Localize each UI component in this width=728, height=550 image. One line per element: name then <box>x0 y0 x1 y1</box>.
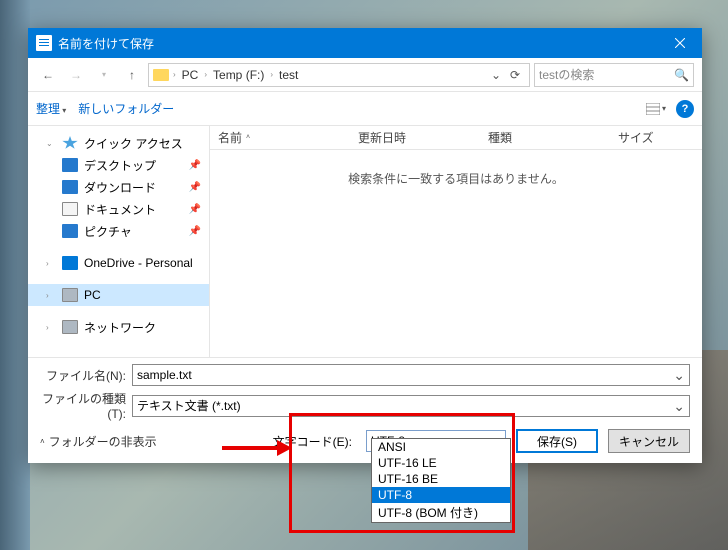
pin-icon: 📌 <box>189 204 201 215</box>
dialog-body: ⌄ クイック アクセス デスクトップ 📌 ダウンロード 📌 ドキュメント 📌 <box>28 126 702 357</box>
sidebar-item-documents[interactable]: ドキュメント 📌 <box>28 198 209 220</box>
search-input[interactable]: testの検索 🔍 <box>534 63 694 87</box>
encoding-option-utf8bom[interactable]: UTF-8 (BOM 付き) <box>372 503 510 522</box>
sort-indicator-icon: ˄ <box>246 134 250 141</box>
pc-icon <box>62 288 78 302</box>
onedrive-icon <box>62 256 78 270</box>
close-button[interactable] <box>657 28 702 58</box>
desktop-icon <box>62 158 78 172</box>
save-as-dialog: 名前を付けて保存 ← → ▾ ↑ › PC › Temp (F:) › test… <box>28 28 702 463</box>
pin-icon: 📌 <box>189 226 201 237</box>
sidebar-label: デスクトップ <box>84 157 156 174</box>
notepad-icon <box>36 35 52 51</box>
encoding-option-ansi[interactable]: ANSI <box>372 439 510 455</box>
save-button[interactable]: 保存(S) <box>516 429 598 453</box>
column-headers: 名前 ˄ 更新日時 種類 サイズ <box>210 126 702 150</box>
breadcrumb-drive[interactable]: Temp (F:) <box>211 68 266 82</box>
sidebar-label: PC <box>84 288 101 302</box>
breadcrumb-folder[interactable]: test <box>277 68 300 82</box>
hide-folders-toggle[interactable]: ˄ フォルダーの非表示 <box>40 433 157 450</box>
expand-icon: › <box>46 291 56 300</box>
encoding-option-utf8[interactable]: UTF-8 <box>372 487 510 503</box>
file-list-pane: 名前 ˄ 更新日時 種類 サイズ 検索条件に一致する項目はありません。 <box>210 126 702 357</box>
sidebar-label: OneDrive - Personal <box>84 256 193 270</box>
pin-icon: 📌 <box>189 160 201 171</box>
sidebar-label: ドキュメント <box>84 201 156 218</box>
chevron-right-icon: › <box>270 70 273 79</box>
sidebar-item-quick-access[interactable]: ⌄ クイック アクセス <box>28 132 209 154</box>
chevron-up-icon: ˄ <box>40 437 45 446</box>
filetype-label: ファイルの種類(T): <box>40 390 132 421</box>
column-header-size[interactable]: サイズ <box>610 129 670 146</box>
refresh-button[interactable]: ⟳ <box>505 68 525 82</box>
search-icon: 🔍 <box>674 68 689 82</box>
document-icon <box>62 202 78 216</box>
encoding-option-utf16le[interactable]: UTF-16 LE <box>372 455 510 471</box>
back-button[interactable]: ← <box>36 63 60 87</box>
encoding-label: 文字コード(E): <box>273 433 352 450</box>
expand-icon: ⌄ <box>46 139 56 148</box>
encoding-dropdown-list: ANSI UTF-16 LE UTF-16 BE UTF-8 UTF-8 (BO… <box>371 438 511 523</box>
sidebar-label: ネットワーク <box>84 319 156 336</box>
recent-dropdown[interactable]: ▾ <box>92 63 116 87</box>
expand-icon: › <box>46 323 56 332</box>
column-header-type[interactable]: 種類 <box>480 129 610 146</box>
filetype-select[interactable]: テキスト文書 (*.txt) <box>132 395 690 417</box>
sidebar-item-onedrive[interactable]: › OneDrive - Personal <box>28 252 209 274</box>
sidebar-label: ダウンロード <box>84 179 156 196</box>
address-dropdown-icon[interactable]: ⌄ <box>491 68 501 82</box>
search-placeholder: testの検索 <box>539 66 594 83</box>
chevron-right-icon: › <box>173 70 176 79</box>
sidebar-item-pictures[interactable]: ピクチャ 📌 <box>28 220 209 242</box>
network-icon <box>62 320 78 334</box>
help-button[interactable]: ? <box>676 100 694 118</box>
toolbar: 整理 新しいフォルダー ▾ ? <box>28 92 702 126</box>
bottom-panel: ファイル名(N): sample.txt ファイルの種類(T): テキスト文書 … <box>28 357 702 463</box>
chevron-down-icon: ▾ <box>662 104 666 113</box>
column-header-name[interactable]: 名前 ˄ <box>210 129 350 146</box>
sidebar-item-downloads[interactable]: ダウンロード 📌 <box>28 176 209 198</box>
sidebar-label: クイック アクセス <box>84 135 183 152</box>
view-options-button[interactable]: ▾ <box>646 103 666 115</box>
download-icon <box>62 180 78 194</box>
forward-button[interactable]: → <box>64 63 88 87</box>
chevron-right-icon: › <box>204 70 207 79</box>
sidebar-item-desktop[interactable]: デスクトップ 📌 <box>28 154 209 176</box>
titlebar: 名前を付けて保存 <box>28 28 702 58</box>
column-header-date[interactable]: 更新日時 <box>350 129 480 146</box>
sidebar: ⌄ クイック アクセス デスクトップ 📌 ダウンロード 📌 ドキュメント 📌 <box>28 126 210 357</box>
encoding-option-utf16be[interactable]: UTF-16 BE <box>372 471 510 487</box>
sidebar-item-network[interactable]: › ネットワーク <box>28 316 209 338</box>
organize-button[interactable]: 整理 <box>36 100 66 117</box>
expand-icon: › <box>46 259 56 268</box>
window-title: 名前を付けて保存 <box>58 35 657 52</box>
desktop-background-left <box>0 0 30 550</box>
folder-icon <box>153 69 169 81</box>
up-button[interactable]: ↑ <box>120 63 144 87</box>
new-folder-button[interactable]: 新しいフォルダー <box>78 100 174 117</box>
breadcrumb-pc[interactable]: PC <box>180 68 201 82</box>
sidebar-label: ピクチャ <box>84 223 132 240</box>
pictures-icon <box>62 224 78 238</box>
sidebar-item-pc[interactable]: › PC <box>28 284 209 306</box>
filename-input[interactable]: sample.txt <box>132 364 690 386</box>
pin-icon: 📌 <box>189 182 201 193</box>
cancel-button[interactable]: キャンセル <box>608 429 690 453</box>
star-icon <box>62 136 78 150</box>
empty-folder-message: 検索条件に一致する項目はありません。 <box>210 170 702 187</box>
filename-label: ファイル名(N): <box>40 367 132 384</box>
address-bar[interactable]: › PC › Temp (F:) › test ⌄ ⟳ <box>148 63 530 87</box>
view-icon <box>646 103 660 115</box>
navigation-bar: ← → ▾ ↑ › PC › Temp (F:) › test ⌄ ⟳ test… <box>28 58 702 92</box>
